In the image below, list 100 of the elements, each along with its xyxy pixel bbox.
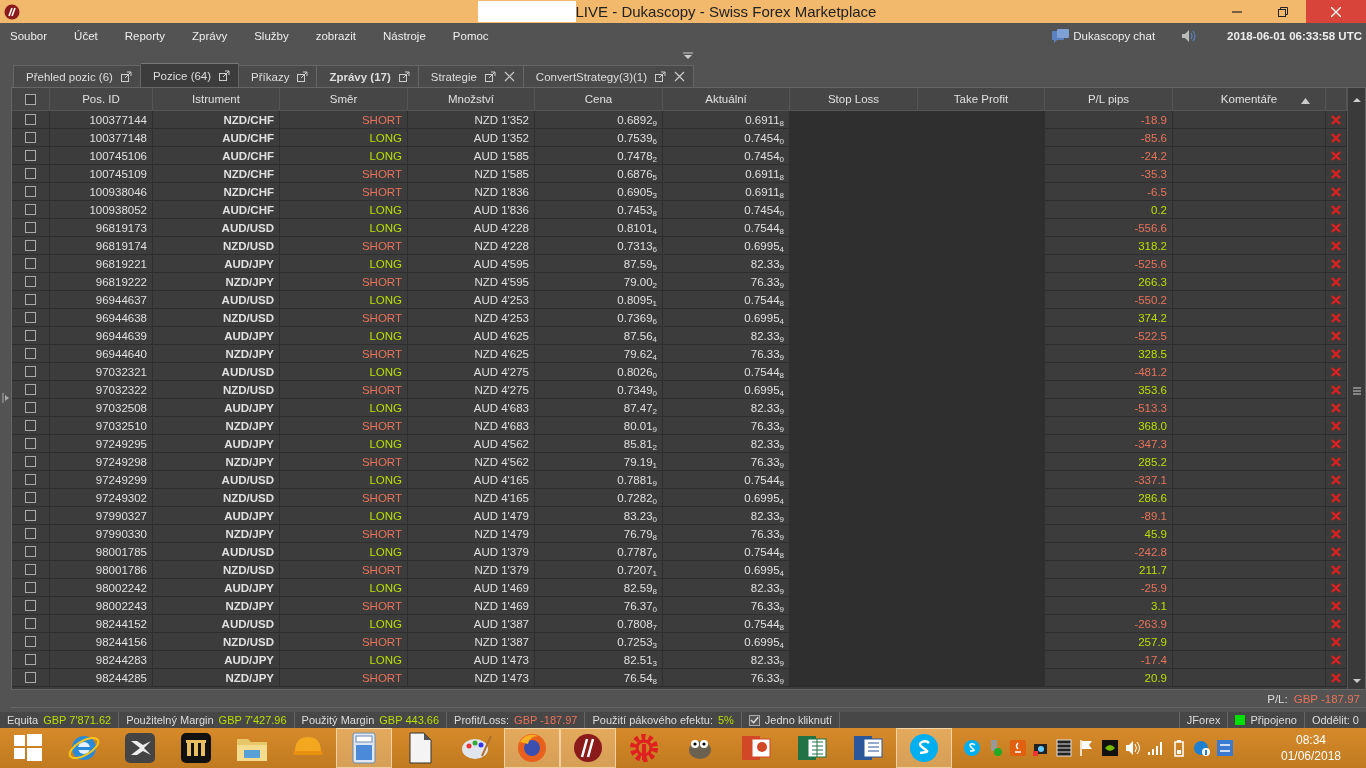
checkbox[interactable] bbox=[25, 456, 36, 467]
table-cell: 97249302 bbox=[95, 491, 147, 504]
checkbox[interactable] bbox=[25, 366, 36, 377]
menu-item[interactable]: Pomoc bbox=[446, 29, 495, 42]
column-header[interactable]: Pos. ID bbox=[50, 88, 153, 110]
menu-item[interactable]: Soubor bbox=[4, 29, 54, 42]
column-header[interactable]: Cena bbox=[535, 88, 663, 110]
column-header[interactable]: Komentáře bbox=[1173, 88, 1326, 110]
checkbox[interactable] bbox=[748, 714, 760, 726]
table-cell: 100745106 bbox=[89, 149, 147, 162]
column-header[interactable]: Istrument bbox=[153, 88, 280, 110]
tab[interactable]: Pozice (64) bbox=[140, 63, 240, 87]
table-cell: LONG bbox=[369, 509, 402, 522]
table-cell: 0.7539$_{6}$ bbox=[617, 131, 657, 144]
scroll-down-icon[interactable] bbox=[1351, 677, 1362, 685]
tab[interactable]: Zprávy (17) bbox=[317, 65, 419, 87]
close-icon[interactable] bbox=[674, 71, 686, 82]
checkbox[interactable] bbox=[25, 564, 36, 575]
taskbar-app-button[interactable] bbox=[504, 728, 560, 768]
taskbar-app-button[interactable] bbox=[560, 728, 616, 768]
checkbox[interactable] bbox=[25, 348, 36, 359]
expand-arrow-icon[interactable] bbox=[1, 393, 10, 403]
checkbox[interactable] bbox=[25, 546, 36, 557]
checkbox[interactable] bbox=[25, 258, 36, 269]
column-header[interactable]: Směr bbox=[280, 88, 408, 110]
table-cell: 82.51$_{3}$ bbox=[623, 653, 657, 666]
grid-icon[interactable] bbox=[1055, 739, 1073, 757]
table-cell: AUD 4'253 bbox=[473, 293, 529, 306]
popout-icon[interactable] bbox=[655, 71, 667, 82]
table-cell: LONG bbox=[369, 149, 402, 162]
table-cell: LONG bbox=[369, 329, 402, 342]
checkbox[interactable] bbox=[25, 600, 36, 611]
speaker-icon[interactable] bbox=[1124, 739, 1142, 757]
chat-button[interactable]: Dukascopy chat bbox=[1052, 28, 1156, 43]
menu-item[interactable]: Účet bbox=[68, 29, 104, 42]
signal-icon[interactable] bbox=[1147, 739, 1165, 757]
checkbox[interactable] bbox=[25, 168, 36, 179]
table-cell: LONG bbox=[369, 653, 402, 666]
checkbox[interactable] bbox=[25, 402, 36, 413]
popout-icon[interactable] bbox=[120, 71, 132, 82]
column-header[interactable]: P/L pips bbox=[1045, 88, 1173, 110]
checkbox[interactable] bbox=[25, 528, 36, 539]
checkbox[interactable] bbox=[25, 114, 36, 125]
checkbox[interactable] bbox=[25, 93, 36, 105]
scroll-grip-icon[interactable] bbox=[1351, 386, 1362, 395]
checkbox[interactable] bbox=[25, 474, 36, 485]
java-icon[interactable] bbox=[1009, 739, 1027, 757]
menu-item[interactable]: zobrazit bbox=[309, 29, 362, 42]
checkbox[interactable] bbox=[25, 276, 36, 287]
scroll-up-icon[interactable] bbox=[1351, 96, 1362, 104]
checkbox[interactable] bbox=[25, 186, 36, 197]
checkbox[interactable] bbox=[25, 222, 36, 233]
checkbox[interactable] bbox=[25, 132, 36, 143]
popout-icon[interactable] bbox=[297, 71, 309, 82]
checkbox[interactable] bbox=[25, 420, 36, 431]
checkbox[interactable] bbox=[25, 294, 36, 305]
tab[interactable]: Příkazy bbox=[239, 65, 318, 87]
checkbox[interactable] bbox=[25, 384, 36, 395]
table-cell: NZD 4'253 bbox=[474, 311, 529, 324]
menu-item[interactable]: Služby bbox=[248, 29, 295, 42]
close-icon[interactable] bbox=[503, 71, 515, 82]
nvidia-icon[interactable] bbox=[1101, 739, 1119, 757]
table-cell: 0.7544$_{8}$ bbox=[744, 365, 784, 378]
checkbox[interactable] bbox=[25, 582, 36, 593]
popout-icon[interactable] bbox=[398, 71, 410, 82]
column-header[interactable]: Množství bbox=[408, 88, 535, 110]
sort-arrow-icon[interactable] bbox=[1301, 98, 1310, 104]
menu-item[interactable]: Zprávy bbox=[186, 29, 234, 42]
menu-item[interactable]: Nástroje bbox=[377, 29, 432, 42]
checkbox[interactable] bbox=[25, 636, 36, 647]
checkbox[interactable] bbox=[25, 492, 36, 503]
column-header[interactable]: Take Profit bbox=[918, 88, 1045, 110]
checkbox[interactable] bbox=[25, 312, 36, 323]
exchange-icon[interactable] bbox=[1216, 739, 1234, 757]
info-badge-icon[interactable] bbox=[1193, 739, 1211, 757]
table-cell: LONG bbox=[369, 473, 402, 486]
tab[interactable]: ConvertStrategy(3)(1) bbox=[523, 65, 695, 87]
table-cell: AUD 1'585 bbox=[473, 149, 529, 162]
popout-icon[interactable] bbox=[484, 71, 496, 82]
status-label: Použití pákového efektu: bbox=[592, 714, 713, 726]
tab[interactable]: Přehled pozic (6) bbox=[13, 65, 141, 87]
checkbox[interactable] bbox=[25, 654, 36, 665]
collapse-icon[interactable] bbox=[683, 52, 693, 60]
checkbox[interactable] bbox=[25, 240, 36, 251]
checkbox[interactable] bbox=[25, 438, 36, 449]
popout-icon[interactable] bbox=[219, 70, 231, 81]
table-cell: NZD 4'625 bbox=[474, 347, 529, 360]
tab[interactable]: Strategie bbox=[418, 65, 524, 87]
checkbox[interactable] bbox=[25, 204, 36, 215]
checkbox[interactable] bbox=[25, 150, 36, 161]
table-cell: NZD/USD bbox=[222, 239, 274, 252]
skype-icon[interactable] bbox=[963, 739, 981, 757]
column-header[interactable]: Stop Loss bbox=[790, 88, 918, 110]
checkbox[interactable] bbox=[25, 672, 36, 683]
checkbox[interactable] bbox=[25, 618, 36, 629]
column-header[interactable]: Aktuální bbox=[663, 88, 790, 110]
checkbox[interactable] bbox=[25, 330, 36, 341]
checkbox[interactable] bbox=[25, 510, 36, 521]
speaker-icon[interactable] bbox=[1181, 28, 1198, 43]
menu-item[interactable]: Reporty bbox=[118, 29, 172, 42]
